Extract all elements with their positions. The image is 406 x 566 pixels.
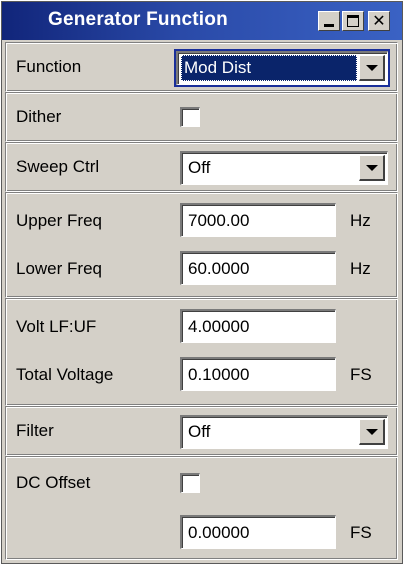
- function-select[interactable]: Mod Dist: [174, 49, 390, 87]
- dc-offset-input[interactable]: 0.00000: [180, 515, 336, 549]
- lower-freq-unit: Hz: [350, 259, 371, 278]
- dropdown-button[interactable]: [359, 419, 385, 445]
- filter-label: Filter: [16, 421, 54, 440]
- generator-function-window: Generator Function ✕ Function Mod Dist D…: [1, 1, 403, 564]
- dc-offset-checkbox[interactable]: [180, 473, 200, 493]
- maximize-icon: [347, 15, 359, 27]
- upper-freq-unit: Hz: [350, 211, 371, 230]
- maximize-button[interactable]: [342, 11, 364, 31]
- sweep-group: Sweep Ctrl Off: [5, 142, 398, 192]
- volt-ratio-input[interactable]: 4.00000: [180, 309, 336, 343]
- total-voltage-label: Total Voltage: [16, 365, 114, 384]
- sweep-value: Off: [188, 158, 211, 177]
- volt-ratio-label: Volt LF:UF: [16, 317, 97, 336]
- total-voltage-unit: FS: [350, 365, 372, 384]
- minimize-icon: [324, 24, 334, 27]
- filter-select[interactable]: Off: [180, 415, 388, 449]
- function-label: Function: [16, 57, 82, 76]
- dropdown-button[interactable]: [359, 155, 385, 181]
- close-button[interactable]: ✕: [368, 11, 390, 31]
- filter-group: Filter Off: [5, 406, 398, 456]
- function-group: Function Mod Dist: [5, 42, 398, 92]
- dither-group: Dither: [5, 92, 398, 142]
- dc-offset-group: DC Offset 0.00000 FS: [5, 456, 398, 560]
- settings-panel: Function Mod Dist Dither Sweep Ctrl Off …: [2, 40, 402, 563]
- lower-freq-label: Lower Freq: [16, 259, 102, 278]
- dc-offset-unit: FS: [350, 523, 372, 542]
- function-value: Mod Dist: [181, 55, 357, 81]
- chevron-down-icon: [365, 64, 378, 71]
- filter-value: Off: [188, 422, 211, 441]
- chevron-down-icon: [365, 164, 378, 171]
- dither-label: Dither: [16, 107, 62, 126]
- minimize-button[interactable]: [318, 11, 340, 31]
- frequency-group: Upper Freq 7000.00 Hz Lower Freq 60.0000…: [5, 192, 398, 298]
- sweep-label: Sweep Ctrl: [16, 157, 100, 176]
- chevron-down-icon: [365, 428, 378, 435]
- voltage-group: Volt LF:UF 4.00000 Total Voltage 0.10000…: [5, 298, 398, 406]
- total-voltage-input[interactable]: 0.10000: [180, 357, 336, 391]
- dither-checkbox[interactable]: [180, 107, 200, 127]
- dropdown-button[interactable]: [359, 55, 385, 81]
- dc-offset-label: DC Offset: [16, 473, 91, 492]
- title-bar[interactable]: Generator Function ✕: [2, 2, 402, 40]
- window-title: Generator Function: [48, 9, 228, 30]
- upper-freq-input[interactable]: 7000.00: [180, 203, 336, 237]
- close-icon: ✕: [372, 11, 386, 30]
- lower-freq-input[interactable]: 60.0000: [180, 251, 336, 285]
- sweep-select[interactable]: Off: [180, 151, 388, 185]
- upper-freq-label: Upper Freq: [16, 211, 102, 230]
